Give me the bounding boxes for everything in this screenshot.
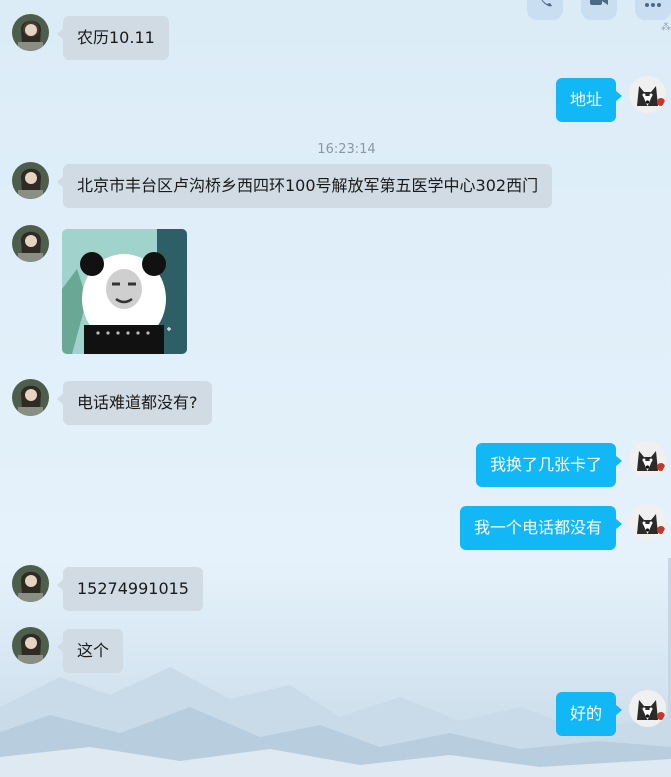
message-bubble[interactable]: 地址 xyxy=(555,78,623,122)
message-bubble[interactable]: 我换了几张卡了 xyxy=(475,443,623,487)
contact-avatar[interactable] xyxy=(12,627,49,664)
message-bubble[interactable]: 电话难道都没有? xyxy=(57,381,212,425)
panda-meme-sticker[interactable] xyxy=(62,229,187,354)
message-incoming xyxy=(12,225,187,354)
contact-avatar[interactable] xyxy=(12,379,49,416)
contact-avatar[interactable] xyxy=(12,14,49,51)
message-outgoing: 我换了几张卡了 xyxy=(475,441,666,487)
message-bubble[interactable]: 农历10.11 xyxy=(57,16,169,60)
message-incoming: 农历10.11 xyxy=(12,14,169,60)
user-avatar[interactable] xyxy=(629,76,666,113)
message-incoming: 北京市丰台区卢沟桥乡西四环100号解放军第五医学中心302西门 xyxy=(12,162,553,208)
message-incoming: 电话难道都没有? xyxy=(12,379,212,425)
user-avatar[interactable] xyxy=(629,441,666,478)
message-timestamp: 16:23:14 xyxy=(317,142,376,157)
message-outgoing: 地址 xyxy=(555,76,666,122)
message-bubble[interactable]: 15274991015 xyxy=(57,567,203,611)
user-avatar[interactable] xyxy=(629,504,666,541)
message-bubble[interactable]: 我一个电话都没有 xyxy=(459,506,623,550)
message-bubble[interactable]: 北京市丰台区卢沟桥乡西四环100号解放军第五医学中心302西门 xyxy=(56,164,553,208)
message-bubble[interactable]: 这个 xyxy=(56,629,124,673)
message-outgoing: 我一个电话都没有 xyxy=(459,504,666,550)
contact-avatar[interactable] xyxy=(12,162,49,199)
contact-avatar[interactable] xyxy=(12,225,49,262)
message-bubble[interactable]: 好的 xyxy=(555,692,623,736)
message-list: 农历10.11 地址 16:23:14 北京市丰台区卢沟桥乡西四环100号解放军… xyxy=(0,0,671,777)
message-outgoing: 好的 xyxy=(555,690,666,736)
message-incoming: 15274991015 xyxy=(12,565,203,611)
user-avatar[interactable] xyxy=(629,690,666,727)
message-incoming: 这个 xyxy=(12,627,124,673)
contact-avatar[interactable] xyxy=(12,565,49,602)
